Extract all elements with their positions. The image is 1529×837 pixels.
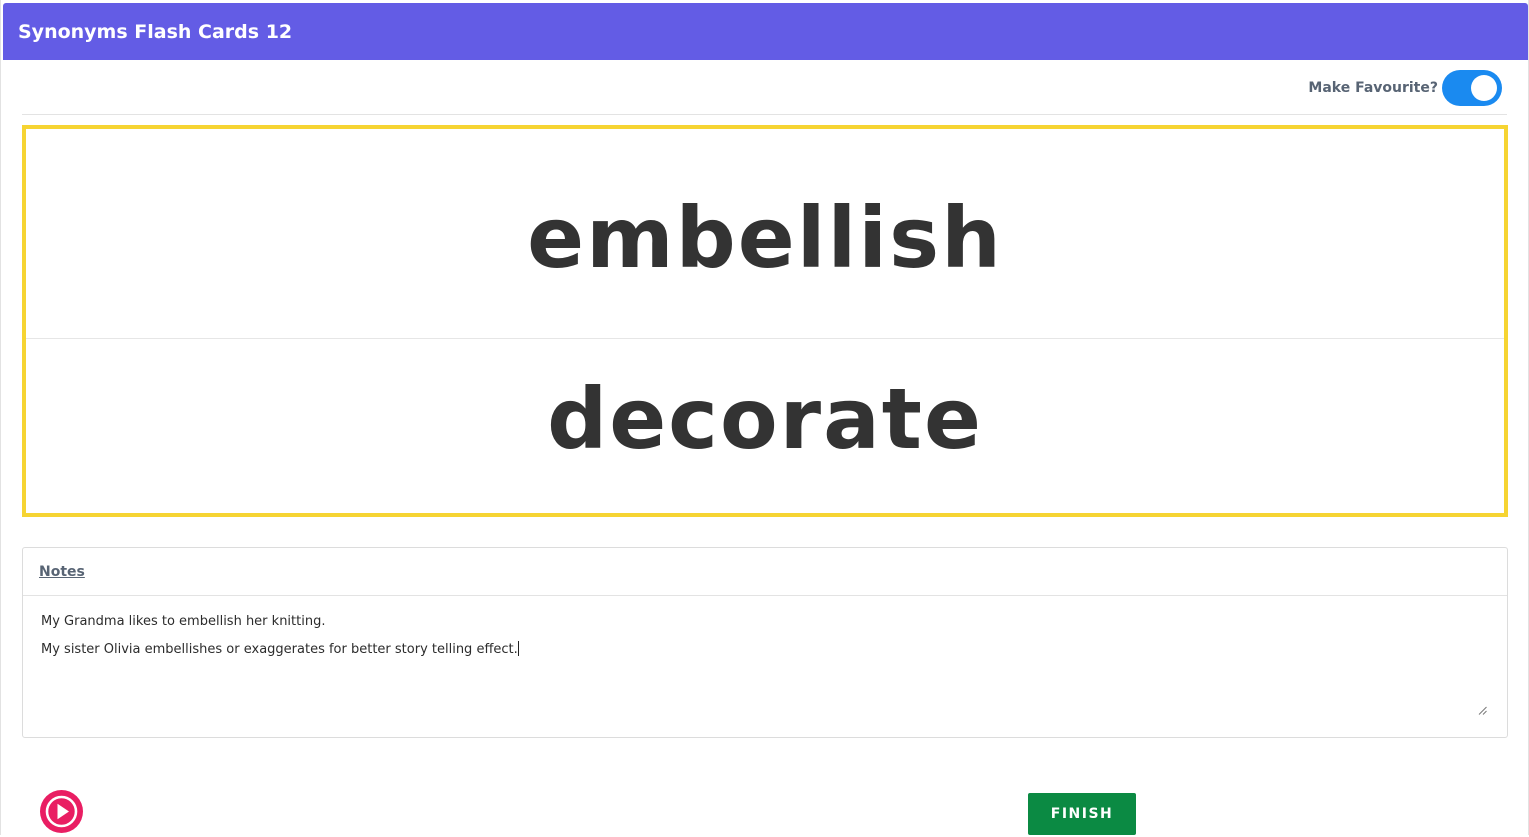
text-caret xyxy=(517,641,519,656)
notes-textarea[interactable]: My Grandma likes to embellish her knitti… xyxy=(41,608,1487,716)
play-icon xyxy=(45,795,78,828)
page-title: Synonyms Flash Cards 12 xyxy=(18,21,293,43)
header-divider xyxy=(22,114,1507,115)
notes-line-1: My Grandma likes to embellish her knitti… xyxy=(41,614,326,629)
favourite-row: Make Favourite? xyxy=(1308,70,1502,106)
flash-card[interactable]: embellish decorate xyxy=(22,125,1508,517)
favourite-label: Make Favourite? xyxy=(1308,80,1438,96)
card-back: decorate xyxy=(26,339,1504,513)
app-header: Synonyms Flash Cards 12 xyxy=(3,3,1528,60)
card-front: embellish xyxy=(26,129,1504,339)
card-synonym: decorate xyxy=(547,370,983,468)
notes-header: Notes xyxy=(23,548,1507,596)
app-frame: Synonyms Flash Cards 12 Make Favourite? … xyxy=(0,0,1529,835)
notes-title: Notes xyxy=(39,563,85,580)
resize-grip-icon[interactable] xyxy=(1478,706,1487,715)
notes-line-2-text: My sister Olivia embellishes or exaggera… xyxy=(41,642,518,657)
notes-line-2: My sister Olivia embellishes or exaggera… xyxy=(41,636,1487,664)
play-button[interactable] xyxy=(40,790,83,833)
toggle-knob xyxy=(1471,75,1497,101)
finish-button[interactable]: FINISH xyxy=(1028,793,1136,835)
notes-panel: Notes My Grandma likes to embellish her … xyxy=(22,547,1508,738)
card-word: embellish xyxy=(527,188,1003,287)
favourite-toggle[interactable] xyxy=(1442,70,1502,106)
